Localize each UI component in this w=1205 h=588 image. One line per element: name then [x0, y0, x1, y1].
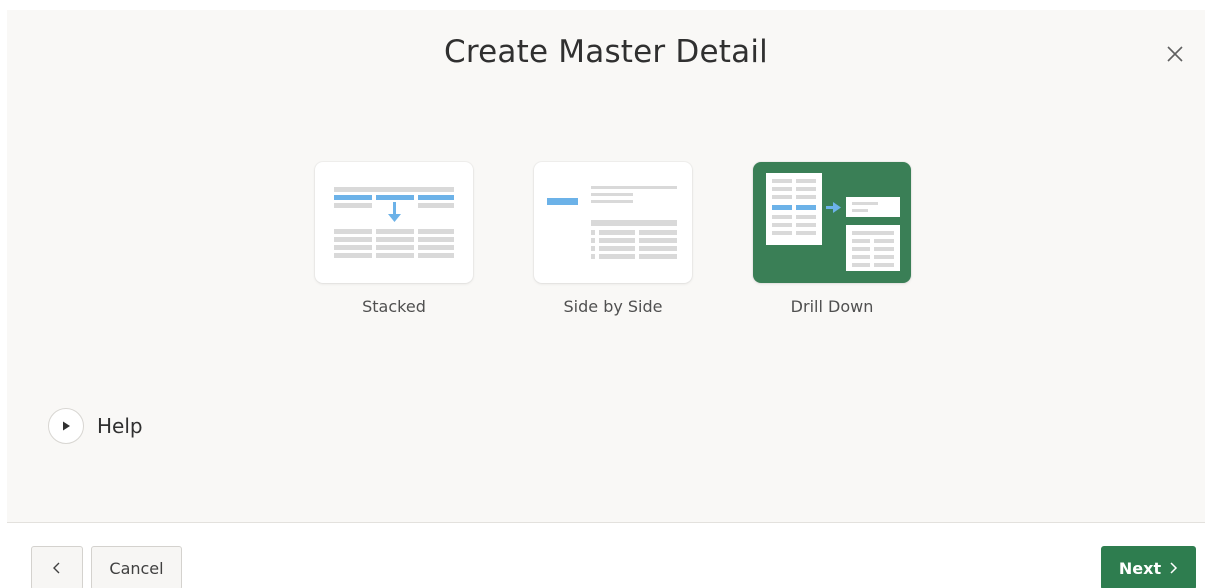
drill-down-card[interactable]: [753, 162, 911, 283]
drill-down-layout-icon: [766, 172, 900, 271]
next-button[interactable]: Next: [1101, 546, 1196, 588]
side-by-side-layout-icon: [547, 185, 677, 259]
stacked-card[interactable]: [315, 162, 473, 283]
chevron-right-icon: [1170, 562, 1178, 574]
stacked-layout-icon: [334, 186, 454, 258]
option-label: Stacked: [362, 297, 426, 316]
cancel-button[interactable]: Cancel: [91, 546, 182, 588]
create-master-detail-dialog: Create Master Detail Stacked Side by Sid…: [7, 10, 1205, 522]
help-toggle[interactable]: Help: [48, 408, 143, 444]
cancel-label: Cancel: [109, 558, 164, 578]
play-triangle-icon[interactable]: [48, 408, 84, 444]
option-stacked[interactable]: Stacked: [315, 162, 473, 316]
close-icon[interactable]: [1163, 42, 1187, 66]
chevron-left-icon: [53, 562, 60, 574]
option-label: Drill Down: [790, 297, 874, 316]
next-label: Next: [1118, 558, 1162, 578]
option-side-by-side[interactable]: Side by Side: [534, 162, 692, 316]
option-label: Side by Side: [563, 297, 663, 316]
help-label: Help: [97, 414, 143, 438]
back-button[interactable]: [31, 546, 83, 588]
option-drill-down[interactable]: Drill Down: [753, 162, 911, 316]
dialog-title: Create Master Detail: [444, 34, 768, 70]
side-by-side-card[interactable]: [534, 162, 692, 283]
footer-divider: [7, 522, 1205, 523]
